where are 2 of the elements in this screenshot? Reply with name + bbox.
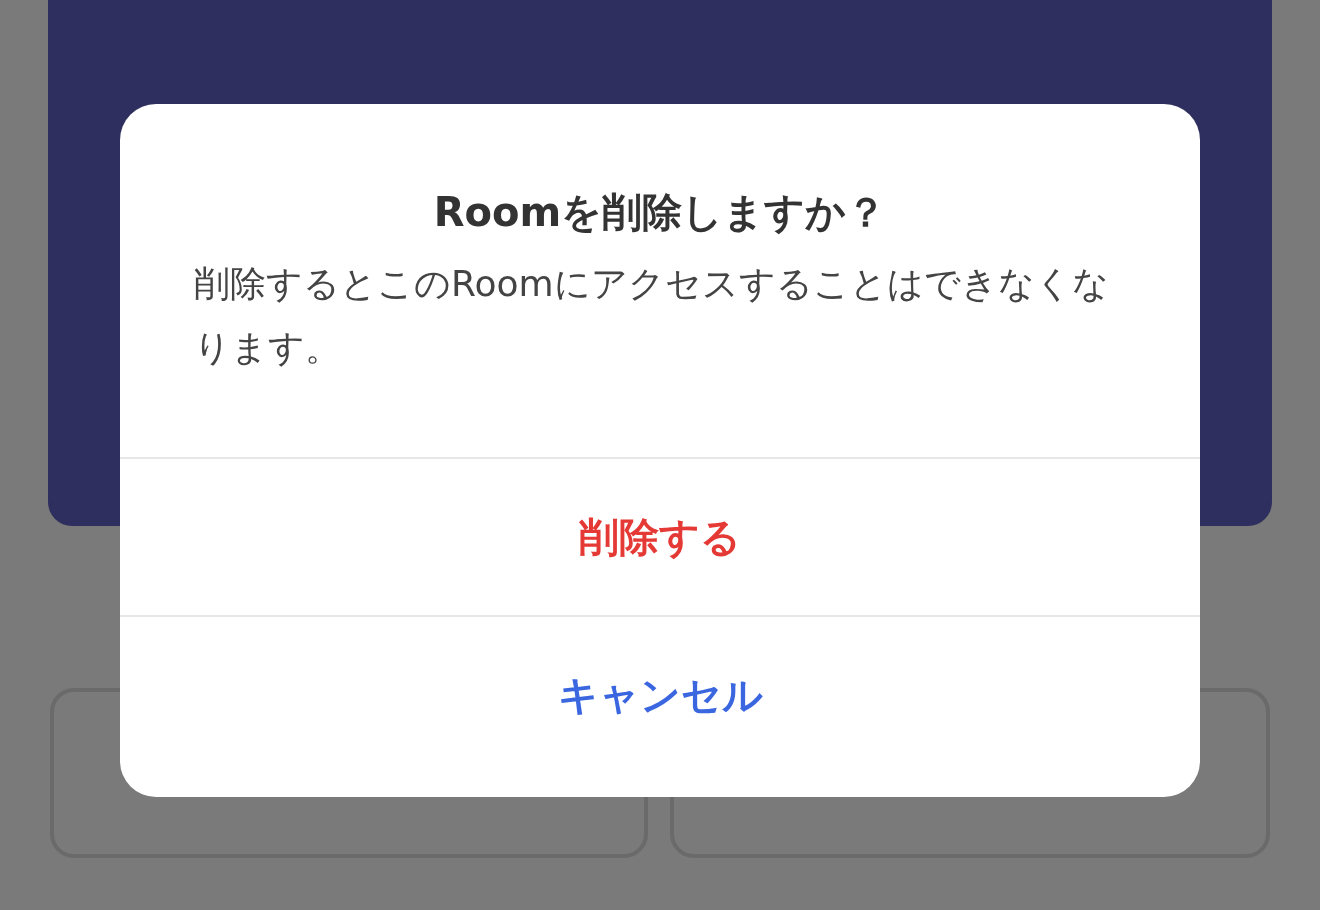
dialog-message: 削除するとこのRoomにアクセスすることはできなくなります。 [194, 262, 1110, 370]
dialog-title: Roomを削除しますか？ [433, 188, 887, 237]
